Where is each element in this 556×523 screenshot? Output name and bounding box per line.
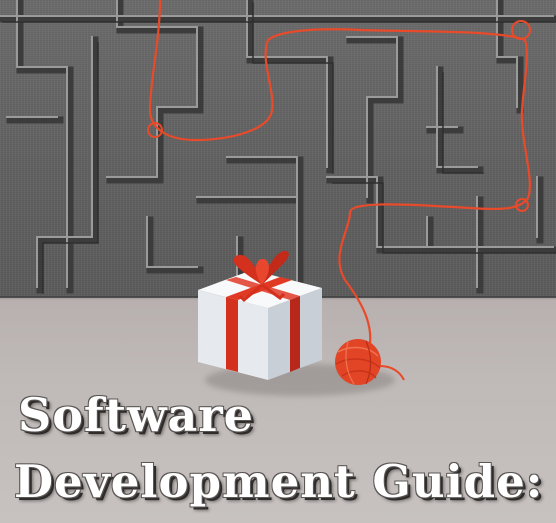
maze-icon [0, 0, 556, 294]
yarn-loop-top [511, 20, 531, 40]
cover-title-line-2: Development Guide: [14, 455, 544, 508]
cover-illustration [0, 0, 556, 396]
cover-title-line-1: Software [18, 388, 254, 442]
book-cover: Software Development Guide: [0, 0, 556, 523]
